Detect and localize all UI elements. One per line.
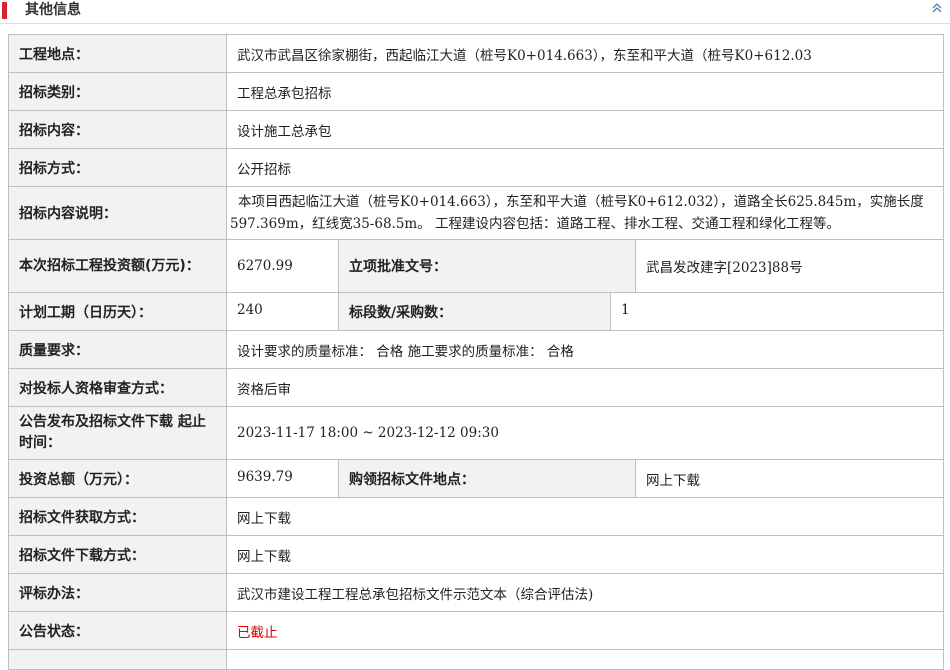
evaluation-value: 武汉市建设工程工程总承包招标文件示范文本（综合评估法) — [225, 573, 945, 612]
tender-method-value: 公开招标 — [225, 148, 945, 187]
doc-obtain-value: 网上下载 — [225, 497, 945, 536]
table-row: 工程地点： 武汉市武昌区徐家棚街，西起临江大道（桩号K0+014.663），东至… — [8, 34, 945, 73]
qualification-label: 对投标人资格审查方式： — [8, 368, 227, 407]
location-value: 武汉市武昌区徐家棚街，西起临江大道（桩号K0+014.663），东至和平大道（桩… — [225, 34, 945, 73]
table-row: 招标内容： 设计施工总承包 — [8, 110, 945, 149]
partial-row-value — [225, 649, 945, 670]
table-row — [8, 649, 945, 670]
total-invest-value: 9639.79 — [226, 459, 339, 498]
table-row: 招标方式： 公开招标 — [8, 148, 945, 187]
status-value: 已截止 — [225, 611, 945, 650]
lot-count-label: 标段数/采购数： — [338, 292, 611, 331]
table-row: 本次招标工程投资额(万元)： 6270.99 立项批准文号： 武昌发改建字[20… — [8, 239, 945, 293]
table-row: 质量要求： 设计要求的质量标准： 合格 施工要求的质量标准： 合格 — [8, 330, 945, 369]
duration-label: 计划工期（日历天）： — [8, 292, 227, 331]
investment-value: 6270.99 — [226, 239, 339, 293]
table-row: 评标办法： 武汉市建设工程工程总承包招标文件示范文本（综合评估法) — [8, 573, 945, 612]
investment-label: 本次招标工程投资额(万元)： — [8, 239, 227, 293]
duration-value: 240 — [226, 292, 339, 331]
qualification-value: 资格后审 — [225, 368, 945, 407]
section-accent-bar — [2, 2, 7, 19]
purchase-place-value: 网上下载 — [634, 459, 945, 498]
section-header: 其他信息 — [0, 0, 950, 24]
doc-download-label: 招标文件下载方式： — [8, 535, 227, 574]
content-desc-label: 招标内容说明： — [8, 186, 227, 240]
content-desc-value: 本项目西起临江大道（桩号K0+014.663），东至和平大道（桩号K0+612.… — [225, 186, 945, 240]
purchase-place-label: 购领招标文件地点： — [338, 459, 636, 498]
doc-download-value: 网上下载 — [225, 535, 945, 574]
publish-time-label: 公告发布及招标文件下载 起止时间： — [8, 406, 227, 460]
location-label: 工程地点： — [8, 34, 227, 73]
quality-label: 质量要求： — [8, 330, 227, 369]
tender-type-value: 工程总承包招标 — [225, 72, 945, 111]
approval-no-value: 武昌发改建字[2023]88号 — [634, 239, 945, 293]
table-row: 招标内容说明： 本项目西起临江大道（桩号K0+014.663），东至和平大道（桩… — [8, 186, 945, 240]
total-invest-label: 投资总额（万元）： — [8, 459, 227, 498]
tender-content-value: 设计施工总承包 — [225, 110, 945, 149]
quality-value: 设计要求的质量标准： 合格 施工要求的质量标准： 合格 — [225, 330, 945, 369]
status-label: 公告状态： — [8, 611, 227, 650]
table-row: 对投标人资格审查方式： 资格后审 — [8, 368, 945, 407]
table-row: 招标文件获取方式： 网上下载 — [8, 497, 945, 536]
evaluation-label: 评标办法： — [8, 573, 227, 612]
table-row: 投资总额（万元）： 9639.79 购领招标文件地点： 网上下载 — [8, 459, 945, 498]
partial-row-label — [8, 649, 227, 670]
tender-method-label: 招标方式： — [8, 148, 227, 187]
lot-count-value: 1 — [609, 292, 945, 331]
tender-type-label: 招标类别： — [8, 72, 227, 111]
table-row: 招标类别： 工程总承包招标 — [8, 72, 945, 111]
publish-time-value: 2023-11-17 18:00 ~ 2023-12-12 09:30 — [225, 406, 945, 460]
doc-obtain-label: 招标文件获取方式： — [8, 497, 227, 536]
info-table: 工程地点： 武汉市武昌区徐家棚街，西起临江大道（桩号K0+014.663），东至… — [8, 34, 945, 670]
table-row: 公告发布及招标文件下载 起止时间： 2023-11-17 18:00 ~ 202… — [8, 406, 945, 460]
double-chevron-up-icon[interactable] — [930, 1, 944, 15]
table-row: 公告状态： 已截止 — [8, 611, 945, 650]
table-row: 计划工期（日历天）： 240 标段数/采购数： 1 — [8, 292, 945, 331]
section-title: 其他信息 — [25, 2, 81, 18]
tender-content-label: 招标内容： — [8, 110, 227, 149]
table-row: 招标文件下载方式： 网上下载 — [8, 535, 945, 574]
approval-no-label: 立项批准文号： — [338, 239, 636, 293]
